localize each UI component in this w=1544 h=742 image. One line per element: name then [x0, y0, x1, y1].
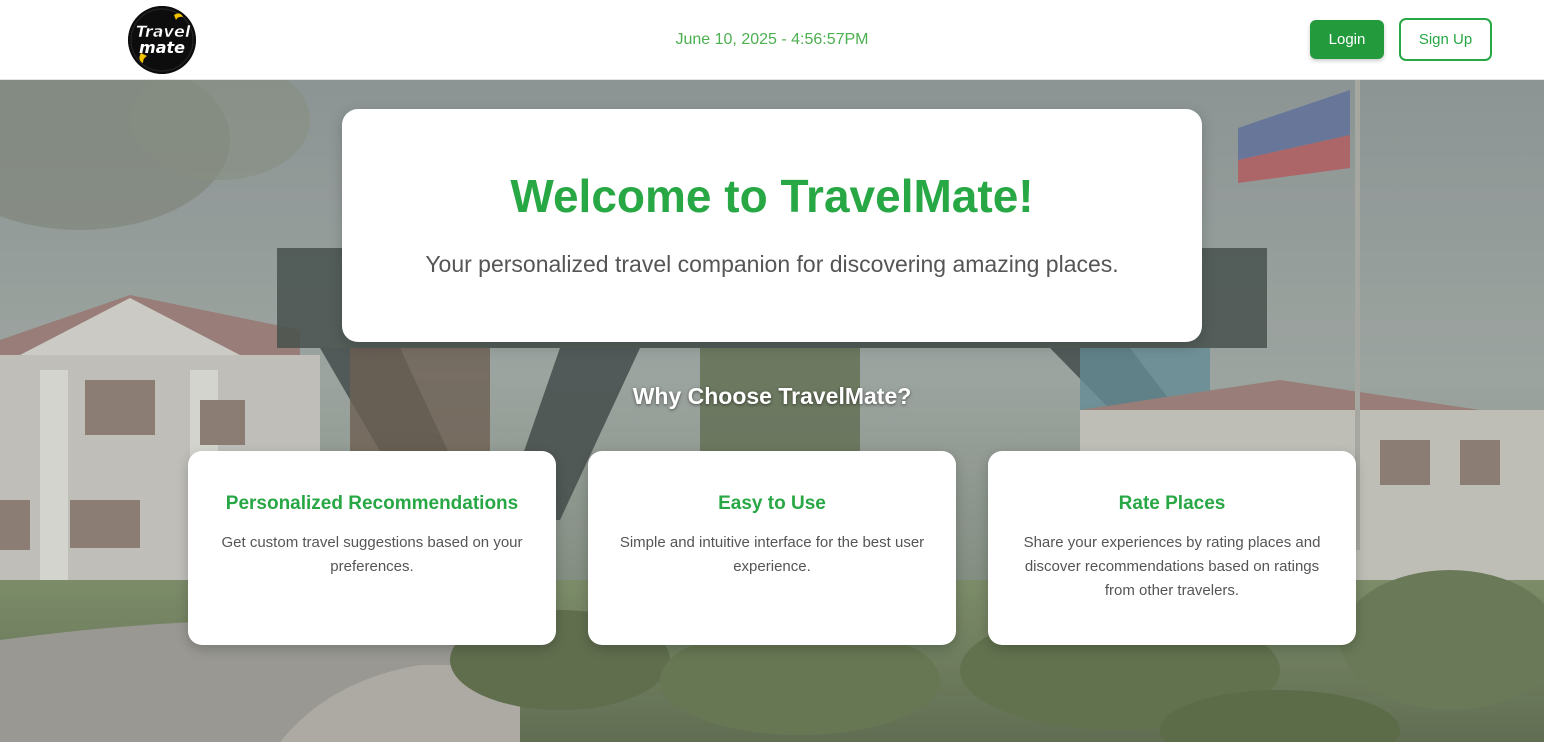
feature-description: Simple and intuitive interface for the b…	[619, 534, 925, 575]
feature-card-rate-places: Rate Places Share your experiences by ra…	[988, 451, 1356, 645]
login-button[interactable]: Login	[1310, 20, 1384, 59]
signup-button[interactable]: Sign Up	[1399, 18, 1492, 61]
welcome-subtitle: Your personalized travel companion for d…	[425, 251, 1119, 277]
welcome-card: Welcome to TravelMate! Your personalized…	[342, 109, 1202, 342]
feature-description: Get custom travel suggestions based on y…	[221, 534, 523, 575]
why-choose-heading: Why Choose TravelMate?	[632, 383, 912, 409]
feature-card-personalized: Personalized Recommendations Get custom …	[188, 451, 556, 645]
feature-title: Rate Places	[1118, 493, 1226, 514]
top-navbar: Travel mate June 10, 2025 - 4:56:57PM Lo…	[0, 0, 1544, 80]
welcome-title: Welcome to TravelMate!	[510, 170, 1034, 222]
feature-description: Share your experiences by rating places …	[1023, 534, 1321, 599]
feature-title: Easy to Use	[718, 493, 826, 514]
feature-title: Personalized Recommendations	[225, 493, 519, 514]
feature-card-easy-to-use: Easy to Use Simple and intuitive interfa…	[588, 451, 956, 645]
